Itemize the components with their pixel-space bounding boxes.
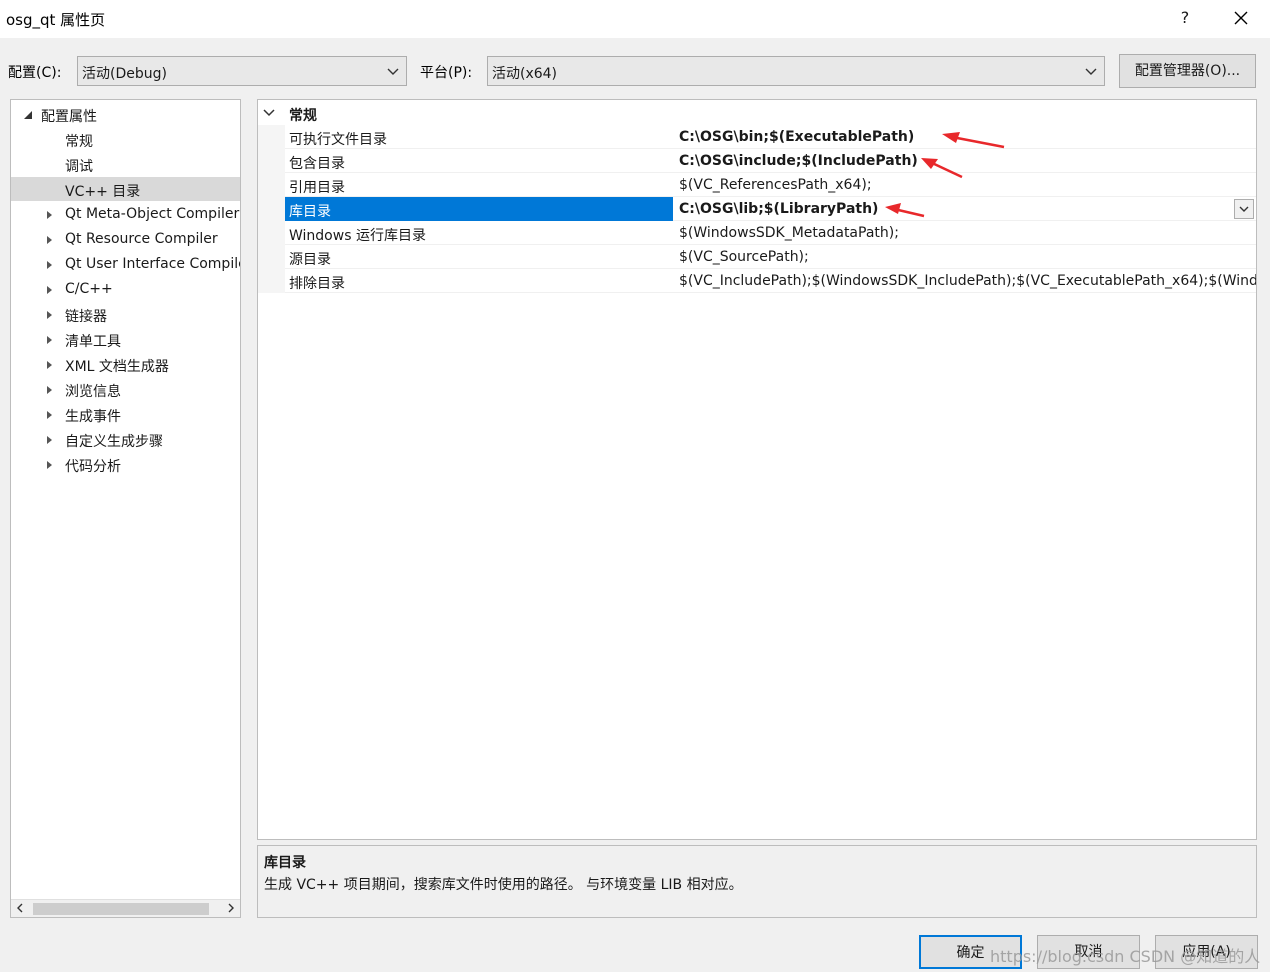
prop-name: Windows 运行库目录 (289, 228, 426, 244)
annotation-arrow-icon (885, 203, 925, 218)
collapsed-triangle-icon (47, 236, 52, 244)
window-title: osg_qt 属性页 (6, 11, 106, 29)
config-combo[interactable]: 活动(Debug) (77, 56, 407, 86)
config-label: 配置(C): (8, 65, 62, 81)
tree-group-linker[interactable]: 链接器 (11, 302, 240, 326)
tree-item-debug[interactable]: 调试 (11, 152, 240, 176)
description-text: 生成 VC++ 项目期间，搜索库文件时使用的路径。 与环境变量 LIB 相对应。 (264, 877, 743, 893)
prop-row-exclude-dirs[interactable]: 排除目录 $(VC_IncludePath);$(WindowsSDK_Incl… (258, 269, 1256, 293)
tree-group-qt-rcc[interactable]: Qt Resource Compiler (11, 227, 240, 251)
prop-value: $(VC_ReferencesPath_x64); (679, 177, 872, 193)
prop-value: $(VC_SourcePath); (679, 249, 809, 265)
platform-value: 活动(x64) (492, 66, 558, 82)
tree-root-label: 配置属性 (41, 109, 97, 125)
property-grid: 常规 可执行文件目录 C:\OSG\bin;$(ExecutablePath) … (257, 99, 1257, 840)
tree-group-label: Qt Meta-Object Compiler (65, 206, 240, 222)
collapsed-triangle-icon (47, 436, 52, 444)
prop-row-winrt-dirs[interactable]: Windows 运行库目录 $(WindowsSDK_MetadataPath)… (258, 221, 1256, 245)
prop-row-source-dirs[interactable]: 源目录 $(VC_SourcePath); (258, 245, 1256, 269)
ok-button[interactable]: 确定 (919, 935, 1022, 969)
prop-row-library-dirs[interactable]: 库目录 C:\OSG\lib;$(LibraryPath) (258, 197, 1256, 221)
prop-row-executable-dirs[interactable]: 可执行文件目录 C:\OSG\bin;$(ExecutablePath) (258, 125, 1256, 149)
cancel-button[interactable]: 取消 (1037, 935, 1140, 969)
tree-item-general[interactable]: 常规 (11, 127, 240, 151)
tree-group-label: XML 文档生成器 (65, 359, 169, 375)
tree-item-label: 常规 (65, 134, 93, 150)
collapsed-triangle-icon (47, 411, 52, 419)
chevron-down-icon (387, 68, 399, 75)
close-button[interactable] (1226, 4, 1256, 32)
tree-group-label: 清单工具 (65, 334, 121, 350)
tree-group-label: 生成事件 (65, 409, 121, 425)
collapsed-triangle-icon (47, 261, 52, 269)
prop-value: C:\OSG\lib;$(LibraryPath) (679, 201, 879, 217)
platform-combo[interactable]: 活动(x64) (487, 56, 1105, 86)
prop-name: 排除目录 (289, 276, 345, 292)
config-value: 活动(Debug) (82, 66, 167, 82)
tree-group-label: 代码分析 (65, 459, 121, 475)
description-panel: 库目录 生成 VC++ 项目期间，搜索库文件时使用的路径。 与环境变量 LIB … (257, 845, 1257, 918)
chevron-down-icon (1239, 206, 1249, 212)
description-title: 库目录 (264, 855, 306, 871)
prop-value: C:\OSG\include;$(IncludePath) (679, 153, 918, 169)
collapsed-triangle-icon (47, 286, 52, 294)
help-button[interactable]: ? (1170, 4, 1200, 32)
collapsed-triangle-icon (47, 336, 52, 344)
annotation-arrow-icon (921, 158, 963, 179)
tree-group-custom-build[interactable]: 自定义生成步骤 (11, 427, 240, 451)
prop-name: 源目录 (289, 252, 331, 268)
scroll-right-icon[interactable] (222, 900, 240, 917)
category-row-general[interactable]: 常规 (258, 102, 1256, 124)
tree-group-label: Qt Resource Compiler (65, 231, 218, 247)
expand-triangle-icon (24, 111, 32, 119)
tree-group-label: Qt User Interface Compiler (65, 256, 240, 272)
prop-name: 包含目录 (289, 156, 345, 172)
prop-row-include-dirs[interactable]: 包含目录 C:\OSG\include;$(IncludePath) (258, 149, 1256, 173)
tree-group-label: 链接器 (65, 309, 107, 325)
tree-group-browse-info[interactable]: 浏览信息 (11, 377, 240, 401)
platform-label: 平台(P): (420, 65, 473, 81)
collapsed-triangle-icon (47, 311, 52, 319)
prop-value: $(VC_IncludePath);$(WindowsSDK_IncludePa… (679, 273, 1256, 289)
value-dropdown-button[interactable] (1234, 199, 1254, 219)
tree-group-manifest-tool[interactable]: 清单工具 (11, 327, 240, 351)
collapsed-triangle-icon (47, 386, 52, 394)
collapsed-triangle-icon (47, 211, 52, 219)
prop-value: $(WindowsSDK_MetadataPath); (679, 225, 899, 241)
category-label: 常规 (289, 108, 317, 124)
tree-item-label: 调试 (65, 159, 93, 175)
prop-value: C:\OSG\bin;$(ExecutablePath) (679, 129, 915, 145)
chevron-down-icon (1085, 68, 1097, 75)
collapse-chevron-icon[interactable] (263, 108, 275, 118)
tree-group-code-analysis[interactable]: 代码分析 (11, 452, 240, 476)
prop-name: 引用目录 (289, 180, 345, 196)
tree-root-config-properties[interactable]: 配置属性 (11, 102, 240, 126)
tree-item-vc-directories[interactable]: VC++ 目录 (11, 177, 240, 201)
tree-item-label: VC++ 目录 (65, 184, 141, 200)
apply-button[interactable]: 应用(A) (1155, 935, 1258, 969)
tree-group-qt-moc[interactable]: Qt Meta-Object Compiler (11, 202, 240, 226)
collapsed-triangle-icon (47, 461, 52, 469)
scroll-left-icon[interactable] (11, 900, 29, 917)
tree-group-label: C/C++ (65, 281, 113, 297)
tree-group-xml-doc[interactable]: XML 文档生成器 (11, 352, 240, 376)
title-bar: osg_qt 属性页 ? (0, 0, 1270, 38)
annotation-arrow-icon (942, 132, 1005, 149)
collapsed-triangle-icon (47, 361, 52, 369)
scrollbar-thumb[interactable] (33, 903, 209, 915)
tree-group-qt-uic[interactable]: Qt User Interface Compiler (11, 252, 240, 276)
tree-group-label: 自定义生成步骤 (65, 434, 163, 450)
tree-horizontal-scrollbar[interactable] (11, 899, 240, 917)
prop-name: 库目录 (289, 204, 331, 220)
prop-row-reference-dirs[interactable]: 引用目录 $(VC_ReferencesPath_x64); (258, 173, 1256, 197)
close-icon (1234, 11, 1248, 25)
tree-group-label: 浏览信息 (65, 384, 121, 400)
property-tree: 配置属性 常规 调试 VC++ 目录 Qt Meta-Object Compil… (10, 99, 241, 918)
tree-group-cpp[interactable]: C/C++ (11, 277, 240, 301)
tree-group-build-events[interactable]: 生成事件 (11, 402, 240, 426)
prop-name: 可执行文件目录 (289, 132, 387, 148)
config-manager-button[interactable]: 配置管理器(O)... (1119, 54, 1256, 88)
